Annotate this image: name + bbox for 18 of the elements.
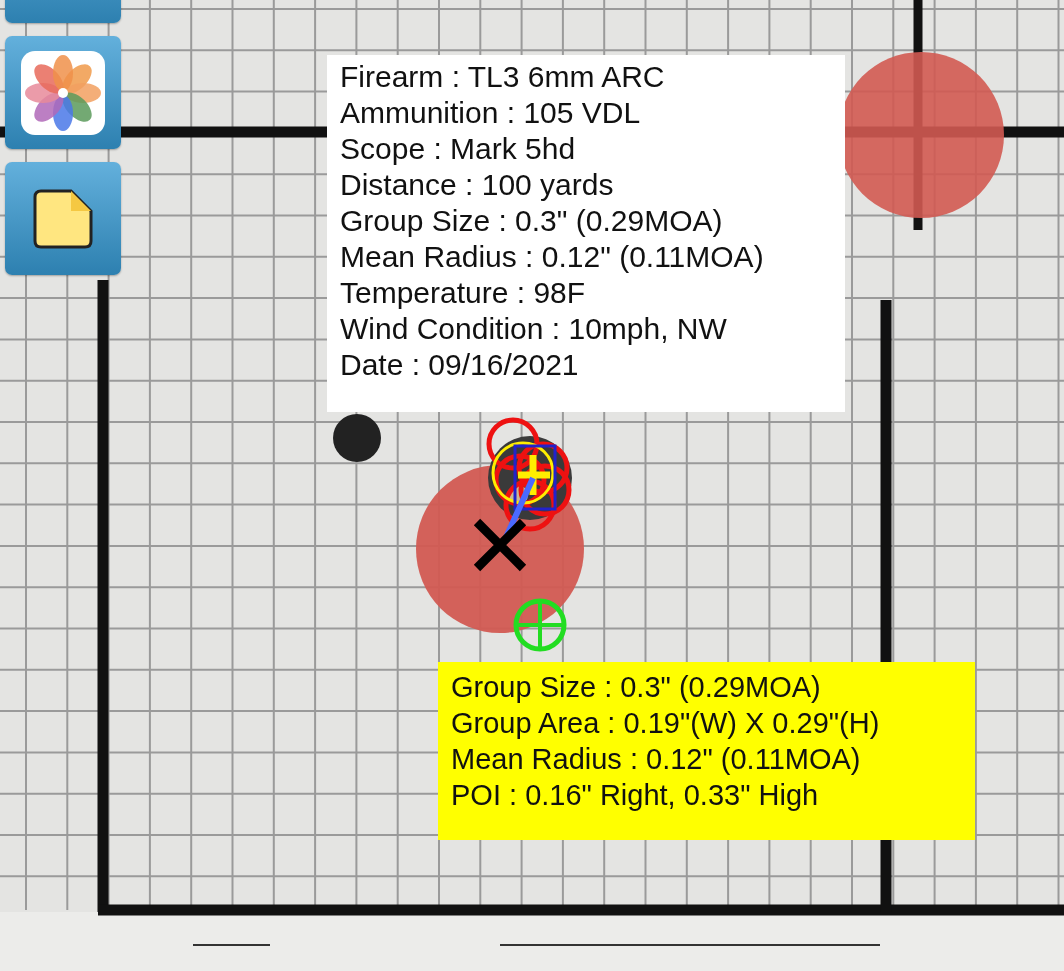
analysis-text: Mean Radius : 0.12" (0.11MOA) [451,742,862,777]
info-text: Group Size : 0.3" (0.29MOA) [340,203,724,239]
info-text: Mean Radius : 0.12" (0.11MOA) [340,239,765,275]
info-text: Ammunition : 105 VDL [340,95,642,131]
analysis-text: Group Area : 0.19"(W) X 0.29"(H) [451,706,881,741]
analysis-text: Group Size : 0.3" (0.29MOA) [451,670,822,705]
info-text: Distance : 100 yards [340,167,615,203]
info-text: Temperature : 98F [340,275,587,311]
aim-point-icon [513,598,567,652]
info-text: Date : 09/16/2021 [340,347,580,383]
center-x-icon [472,517,528,573]
info-text: Scope : Mark 5hd [340,131,577,167]
notes-app-button[interactable] [5,162,121,275]
photos-app-button[interactable] [5,36,121,149]
flower-icon [21,50,105,135]
info-text: Firearm : TL3 6mm ARC [340,59,666,95]
analysis-text: POI : 0.16" Right, 0.33" High [451,778,820,813]
info-text: Wind Condition : 10mph, NW [340,311,728,347]
